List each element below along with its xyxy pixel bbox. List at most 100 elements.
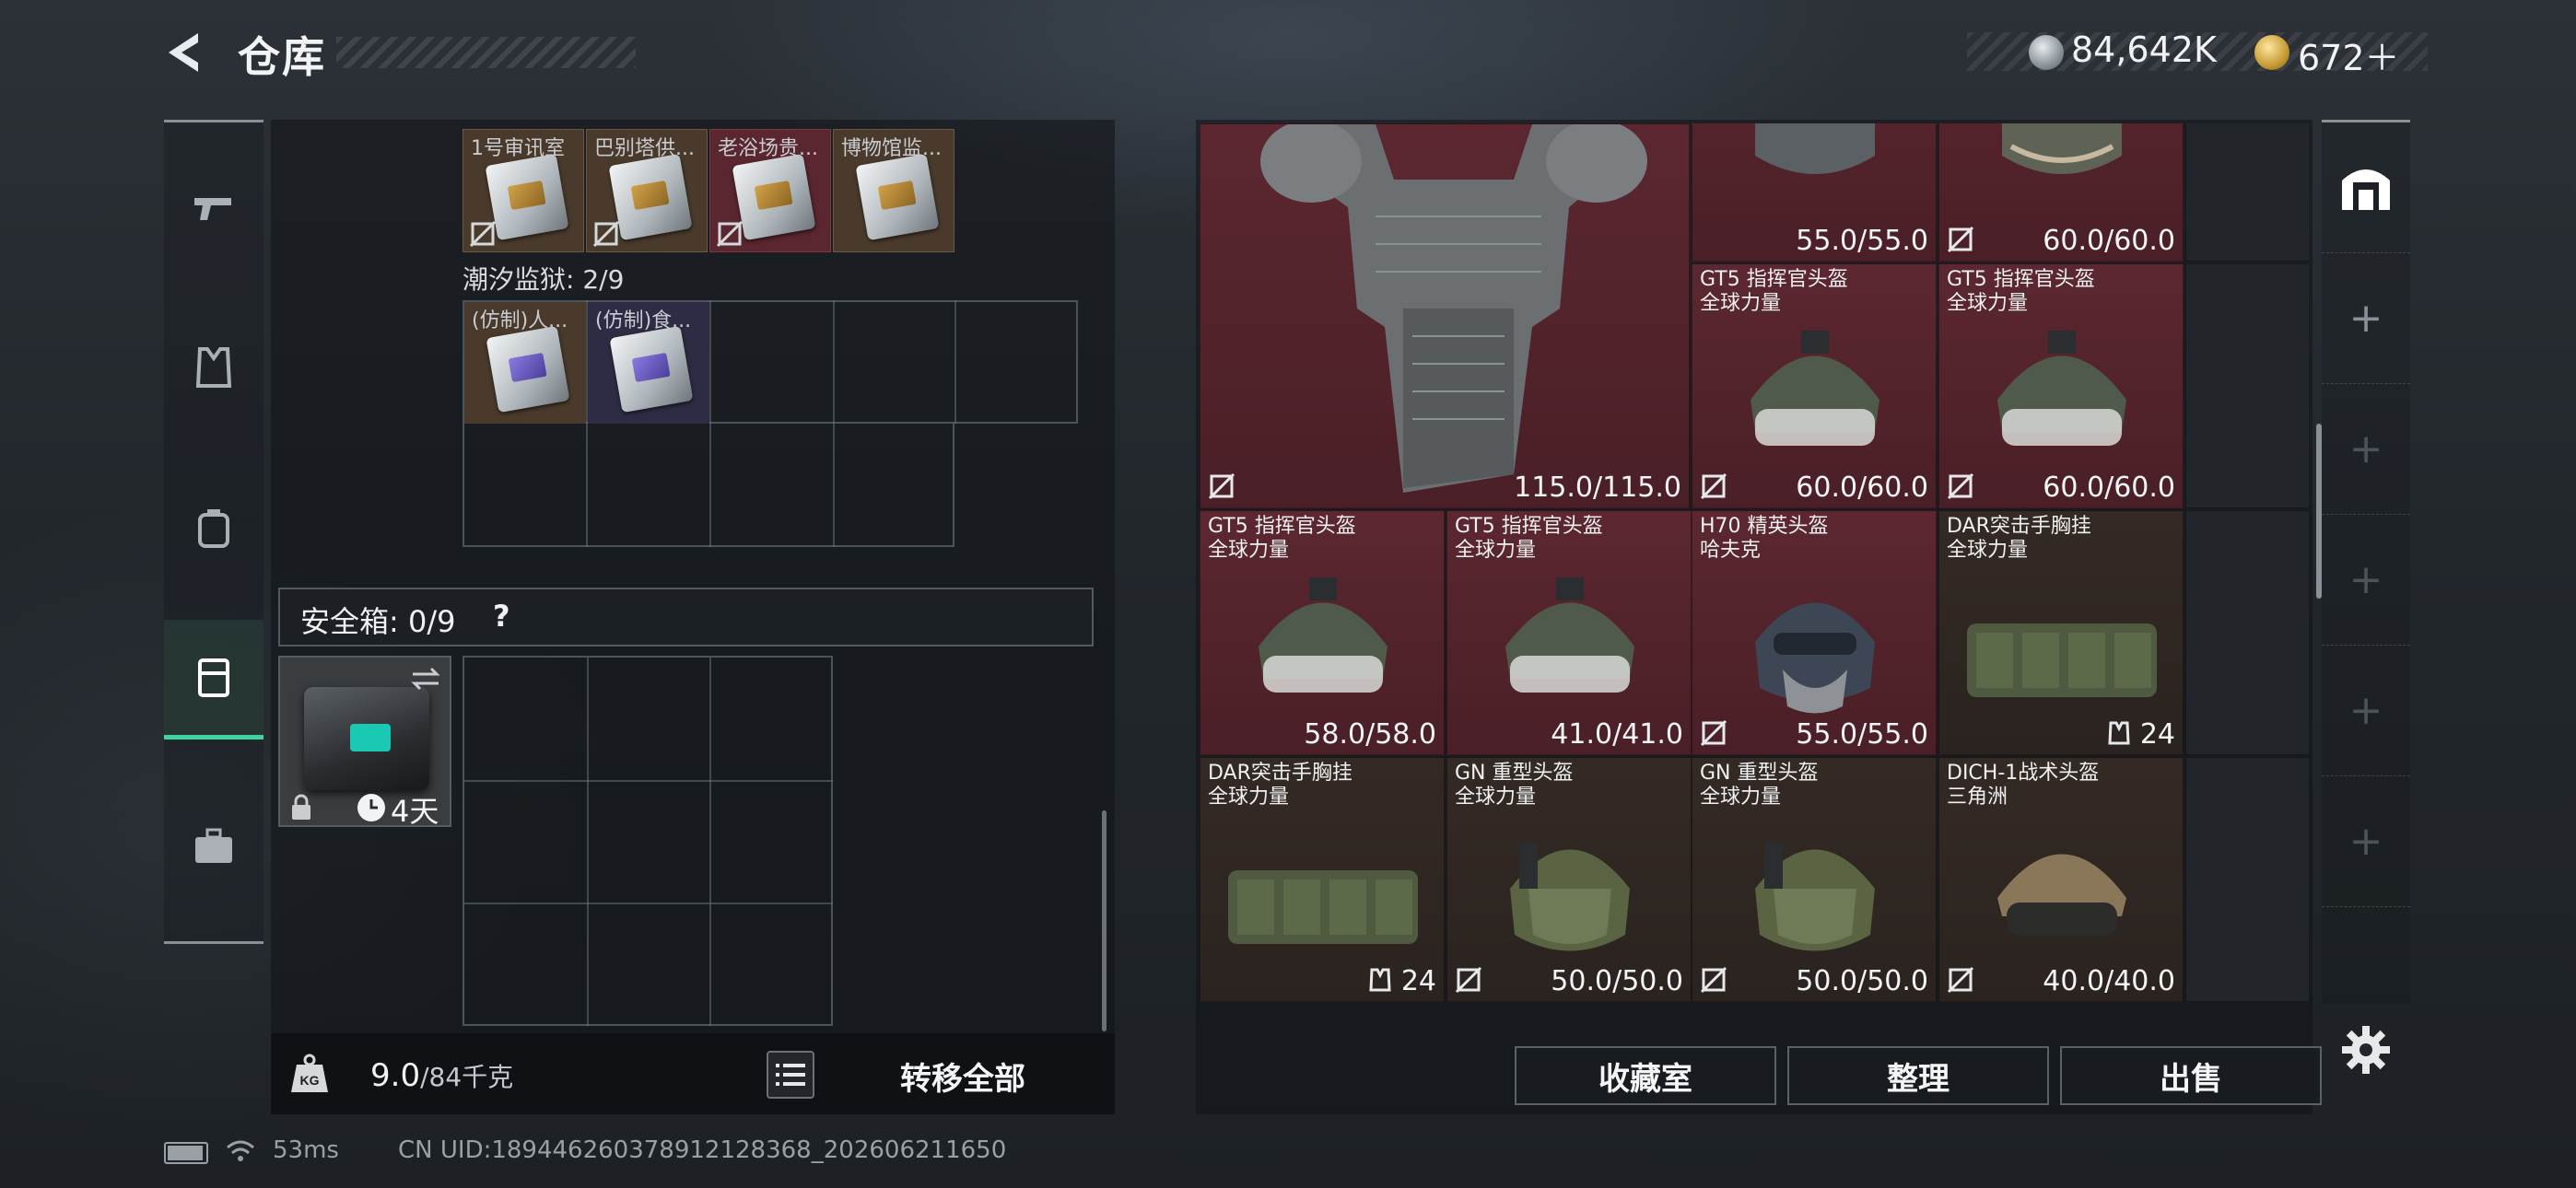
durability: 50.0/50.0: [1551, 965, 1683, 997]
stash-tab-main[interactable]: [2322, 122, 2410, 253]
helmet-item[interactable]: 55.0/55.0: [1692, 123, 1937, 262]
add-stash-tab-button[interactable]: +: [2322, 253, 2410, 384]
helmet-item[interactable]: DICH-1战术头盔 三角洲 40.0/40.0: [1938, 757, 2184, 1002]
keycard-image: [609, 325, 694, 413]
gn-heavy-helmet-image: [1755, 843, 1875, 951]
case-icon: [198, 658, 229, 697]
list-view-button[interactable]: [767, 1051, 814, 1099]
item-name: GT5 指挥官头盔 全球力量: [1947, 268, 2095, 315]
helmet-item[interactable]: GT5 指挥官头盔 全球力量 58.0/58.0: [1200, 510, 1445, 755]
weight-readout: 9.0/84千克: [370, 1057, 513, 1094]
dich-helmet-image: [1997, 854, 2126, 936]
nav-weapons[interactable]: [164, 157, 263, 259]
helmet-item[interactable]: GN 重型头盔 全球力量 50.0/50.0: [1446, 757, 1692, 1002]
helmet-item[interactable]: 60.0/60.0: [1938, 123, 2184, 262]
keycard-image: [608, 153, 693, 241]
item-label: (仿制)食...: [595, 309, 692, 332]
item-name: H70 精英头盔 哈夫克: [1700, 515, 1829, 562]
add-stash-tab-button[interactable]: +: [2322, 384, 2410, 515]
back-arrow-icon[interactable]: [161, 28, 211, 77]
capacity: 24: [2139, 718, 2175, 751]
helmet-item[interactable]: GT5 指挥官头盔 全球力量 60.0/60.0: [1938, 263, 2184, 508]
durability: 115.0/115.0: [1514, 472, 1681, 504]
gear-icon[interactable]: [2340, 1024, 2392, 1076]
item-label: 巴别塔供...: [594, 137, 695, 160]
left-scrollbar[interactable]: [1102, 810, 1107, 1031]
keycard-image: [732, 153, 816, 241]
nav-containers[interactable]: [164, 620, 263, 740]
empty-slot[interactable]: [2185, 263, 2309, 508]
access-card[interactable]: 巴别塔供...: [586, 129, 708, 252]
keycard-image: [486, 325, 570, 413]
helmet-image: [1755, 123, 1875, 174]
silver-coin-icon: [2029, 35, 2064, 70]
gt5-helmet-image: [1751, 331, 1879, 446]
transfer-all-button[interactable]: 转移全部: [829, 1046, 1096, 1105]
chest-rig-item[interactable]: DAR突击手胸挂 全球力量 24: [1938, 510, 2184, 755]
durability: 60.0/60.0: [1796, 472, 1928, 504]
page-title: 仓库: [238, 32, 326, 82]
no-trade-icon: [716, 220, 744, 248]
no-trade-icon: [1947, 966, 1974, 994]
helmet-item[interactable]: GN 重型头盔 全球力量 50.0/50.0: [1692, 757, 1937, 1002]
helmet-item[interactable]: GT5 指挥官头盔 全球力量 41.0/41.0: [1446, 510, 1692, 755]
help-icon[interactable]: ?: [493, 599, 510, 634]
sell-button[interactable]: 出售: [2060, 1046, 2322, 1105]
chest-rig-image: [1967, 623, 2157, 697]
wifi-icon: [227, 1140, 254, 1161]
safebox-image: [304, 687, 429, 790]
counterfeit-card[interactable]: (仿制)人...: [464, 302, 586, 424]
nav-backpack[interactable]: [164, 478, 263, 579]
player-uid: CN UID:18944626037891212836​8_2026062116…: [398, 1136, 1007, 1164]
weight-value: 9.0: [370, 1057, 421, 1094]
helmet-item[interactable]: H70 精英头盔 哈夫克 55.0/55.0: [1692, 510, 1937, 755]
nav-armor[interactable]: [164, 318, 263, 419]
add-stash-tab-button[interactable]: +: [2322, 515, 2410, 646]
silver-amount: 84,642K: [2071, 29, 2217, 70]
safebox-case-slot[interactable]: 4天: [278, 656, 451, 829]
case-screen: [350, 724, 391, 751]
item-name: GN 重型头盔 全球力量: [1700, 762, 1819, 809]
lock-icon: [292, 794, 310, 820]
prison-section-label: 潮汐监狱: 2/9: [463, 264, 625, 295]
armor-vest-image: [1260, 124, 1647, 493]
swap-icon[interactable]: [409, 665, 442, 693]
gold-coin-icon: [2254, 35, 2289, 70]
item-name: GN 重型头盔 全球力量: [1455, 762, 1574, 809]
pistol-icon: [194, 198, 231, 220]
vest-icon: [195, 347, 232, 388]
no-trade-icon: [469, 220, 497, 248]
armor-vest-item[interactable]: 115.0/115.0: [1200, 123, 1690, 508]
chest-rig-image: [1228, 870, 1418, 944]
no-trade-icon: [1700, 472, 1727, 500]
item-name: GT5 指挥官头盔 全球力量: [1455, 515, 1603, 562]
add-stash-tab-button[interactable]: +: [2322, 776, 2410, 907]
chest-rig-item[interactable]: DAR突击手胸挂 全球力量 24: [1200, 757, 1445, 1002]
sort-button[interactable]: 整理: [1787, 1046, 2049, 1105]
safebox-timer: 4天: [391, 794, 439, 829]
prison-grid: (仿制)人... (仿制)食...: [463, 300, 1078, 547]
safebox-grid: [463, 656, 833, 1026]
empty-slot[interactable]: [2185, 757, 2309, 1002]
gold-amount[interactable]: 672＋: [2298, 29, 2400, 80]
gt5-helmet-image: [1259, 577, 1388, 693]
stash-building-icon: [2342, 169, 2390, 210]
counterfeit-card[interactable]: (仿制)食...: [588, 302, 709, 424]
empty-slot[interactable]: [2185, 123, 2309, 262]
gn-heavy-helmet-image: [1510, 843, 1630, 951]
access-card[interactable]: 1号审讯室: [463, 129, 584, 252]
item-label: 老浴场贵...: [718, 137, 818, 160]
clock-icon: [357, 794, 385, 821]
collection-room-button[interactable]: 收藏室: [1515, 1046, 1776, 1105]
inventory-grid: 115.0/115.0 55.0/55.0 60.0/60.0 GT5 指挥官头…: [1200, 123, 2309, 1007]
keycard-image: [855, 153, 940, 241]
durability: 60.0/60.0: [2043, 225, 2175, 257]
add-stash-tab-button[interactable]: +: [2322, 646, 2410, 776]
nav-supplies[interactable]: [164, 797, 263, 898]
empty-slot[interactable]: [2185, 510, 2309, 755]
battery-icon: [164, 1142, 208, 1164]
access-card[interactable]: 博物馆监...: [833, 129, 954, 252]
svg-text:KG: KG: [300, 1073, 320, 1088]
access-card[interactable]: 老浴场贵...: [709, 129, 831, 252]
helmet-item[interactable]: GT5 指挥官头盔 全球力量 60.0/60.0: [1692, 263, 1937, 508]
